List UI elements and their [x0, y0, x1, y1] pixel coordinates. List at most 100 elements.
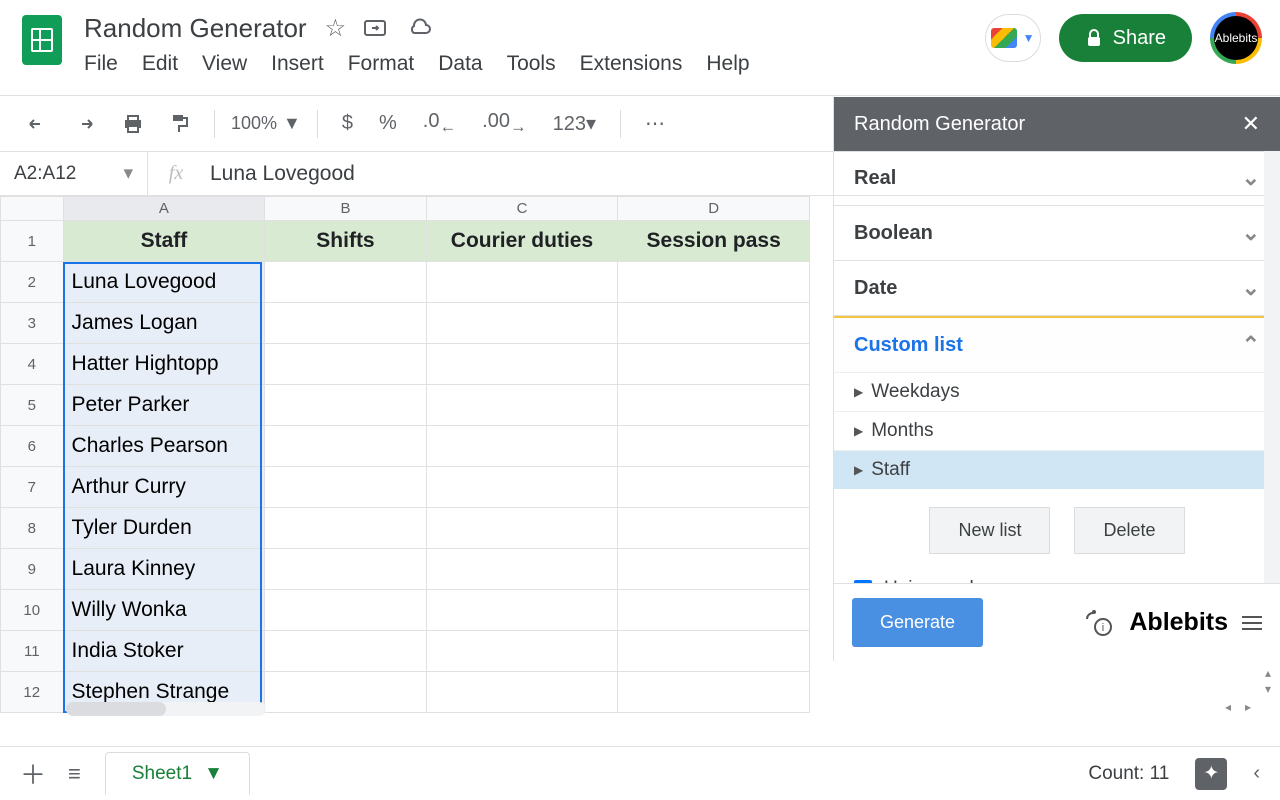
row-header[interactable]: 3: [1, 303, 64, 344]
cell[interactable]: Luna Lovegood: [63, 262, 265, 303]
v-scroll-buttons[interactable]: ▴▾: [1258, 666, 1278, 698]
sheet-tab[interactable]: Sheet1 ▼: [105, 752, 250, 795]
cell[interactable]: [618, 426, 810, 467]
paint-format-icon[interactable]: [162, 107, 198, 141]
cell[interactable]: [426, 549, 618, 590]
section-head-boolean[interactable]: Boolean⌄: [834, 206, 1280, 260]
redo-icon[interactable]: [66, 109, 104, 139]
cell[interactable]: [426, 262, 618, 303]
print-icon[interactable]: [114, 108, 152, 140]
row-header[interactable]: 6: [1, 426, 64, 467]
add-sheet-button[interactable]: ＋: [20, 755, 46, 792]
cell[interactable]: [265, 549, 426, 590]
info-icon[interactable]: i: [1081, 609, 1115, 637]
share-button[interactable]: Share: [1059, 14, 1192, 62]
decrease-decimal-button[interactable]: .0←: [415, 104, 464, 143]
cell[interactable]: India Stoker: [63, 631, 265, 672]
cell[interactable]: Hatter Hightopp: [63, 344, 265, 385]
formula-input[interactable]: Luna Lovegood: [204, 162, 355, 186]
meet-button[interactable]: ▼: [985, 14, 1041, 62]
h-scrollbar-thumb[interactable]: [66, 702, 166, 716]
cell[interactable]: [618, 549, 810, 590]
cell[interactable]: [265, 467, 426, 508]
cell[interactable]: [618, 508, 810, 549]
menu-data[interactable]: Data: [438, 52, 482, 76]
menu-icon[interactable]: [1242, 616, 1262, 630]
section-head-date[interactable]: Date⌄: [834, 261, 1280, 315]
cell[interactable]: [618, 672, 810, 713]
cell[interactable]: Charles Pearson: [63, 426, 265, 467]
generate-button[interactable]: Generate: [852, 598, 983, 647]
cell[interactable]: [426, 672, 618, 713]
all-sheets-button[interactable]: ≡: [68, 761, 81, 787]
header-cell[interactable]: Staff: [63, 221, 265, 262]
close-icon[interactable]: ✕: [1242, 111, 1260, 137]
row-header[interactable]: 11: [1, 631, 64, 672]
delete-list-button[interactable]: Delete: [1074, 507, 1184, 554]
section-head-real[interactable]: Real⌄: [834, 151, 1280, 205]
header-cell[interactable]: Shifts: [265, 221, 426, 262]
cell[interactable]: [618, 262, 810, 303]
cell[interactable]: [265, 344, 426, 385]
cell[interactable]: [426, 303, 618, 344]
unique-values-checkbox[interactable]: Unique values: [834, 572, 1280, 583]
cell[interactable]: Laura Kinney: [63, 549, 265, 590]
menu-view[interactable]: View: [202, 52, 247, 76]
percent-button[interactable]: %: [371, 106, 405, 141]
menu-edit[interactable]: Edit: [142, 52, 178, 76]
menu-format[interactable]: Format: [348, 52, 415, 76]
cell[interactable]: [265, 303, 426, 344]
header-cell[interactable]: Courier duties: [426, 221, 618, 262]
cell[interactable]: [618, 385, 810, 426]
col-header[interactable]: D: [618, 197, 810, 221]
col-header[interactable]: A: [63, 197, 265, 221]
row-header[interactable]: 1: [1, 221, 64, 262]
new-list-button[interactable]: New list: [929, 507, 1050, 554]
increase-decimal-button[interactable]: .00→: [474, 104, 534, 143]
count-label[interactable]: Count: 11: [1088, 763, 1169, 785]
cell[interactable]: [426, 467, 618, 508]
cell[interactable]: [426, 631, 618, 672]
zoom-select[interactable]: 100% ▼: [231, 113, 301, 134]
cell[interactable]: [618, 467, 810, 508]
star-icon[interactable]: ☆: [325, 14, 347, 43]
row-header[interactable]: 2: [1, 262, 64, 303]
cell[interactable]: [618, 344, 810, 385]
cell[interactable]: [426, 344, 618, 385]
cell[interactable]: [265, 590, 426, 631]
account-avatar[interactable]: Ablebits: [1210, 12, 1262, 64]
more-toolbar-icon[interactable]: ⋯: [637, 105, 673, 142]
menu-insert[interactable]: Insert: [271, 52, 324, 76]
explore-icon[interactable]: ✦: [1195, 758, 1227, 790]
section-head-custom-list[interactable]: Custom list⌃: [834, 318, 1280, 372]
cell[interactable]: [265, 426, 426, 467]
row-header[interactable]: 7: [1, 467, 64, 508]
custom-list-item[interactable]: ▶Weekdays: [834, 372, 1280, 411]
show-side-panel-icon[interactable]: ‹: [1253, 762, 1260, 785]
custom-list-item[interactable]: ▶Staff: [834, 450, 1280, 489]
menu-file[interactable]: File: [84, 52, 118, 76]
row-header[interactable]: 12: [1, 672, 64, 713]
cloud-icon[interactable]: [406, 18, 432, 38]
h-scroll-buttons[interactable]: ◂▸: [1218, 700, 1258, 714]
menu-extensions[interactable]: Extensions: [580, 52, 683, 76]
cell[interactable]: [618, 303, 810, 344]
row-header[interactable]: 9: [1, 549, 64, 590]
cell[interactable]: [265, 385, 426, 426]
currency-button[interactable]: $: [334, 106, 361, 141]
cell[interactable]: [618, 631, 810, 672]
cell[interactable]: [426, 590, 618, 631]
cell[interactable]: [265, 631, 426, 672]
name-box[interactable]: A2:A12▾: [0, 152, 148, 195]
sidebar-scrollbar[interactable]: [1264, 151, 1280, 583]
menu-tools[interactable]: Tools: [507, 52, 556, 76]
row-header[interactable]: 4: [1, 344, 64, 385]
cell[interactable]: [265, 672, 426, 713]
more-formats-button[interactable]: 123▾: [545, 105, 604, 142]
doc-title[interactable]: Random Generator: [84, 13, 307, 44]
row-header[interactable]: 10: [1, 590, 64, 631]
cell[interactable]: [426, 426, 618, 467]
cell[interactable]: [265, 508, 426, 549]
cell[interactable]: Tyler Durden: [63, 508, 265, 549]
move-icon[interactable]: [364, 18, 388, 38]
